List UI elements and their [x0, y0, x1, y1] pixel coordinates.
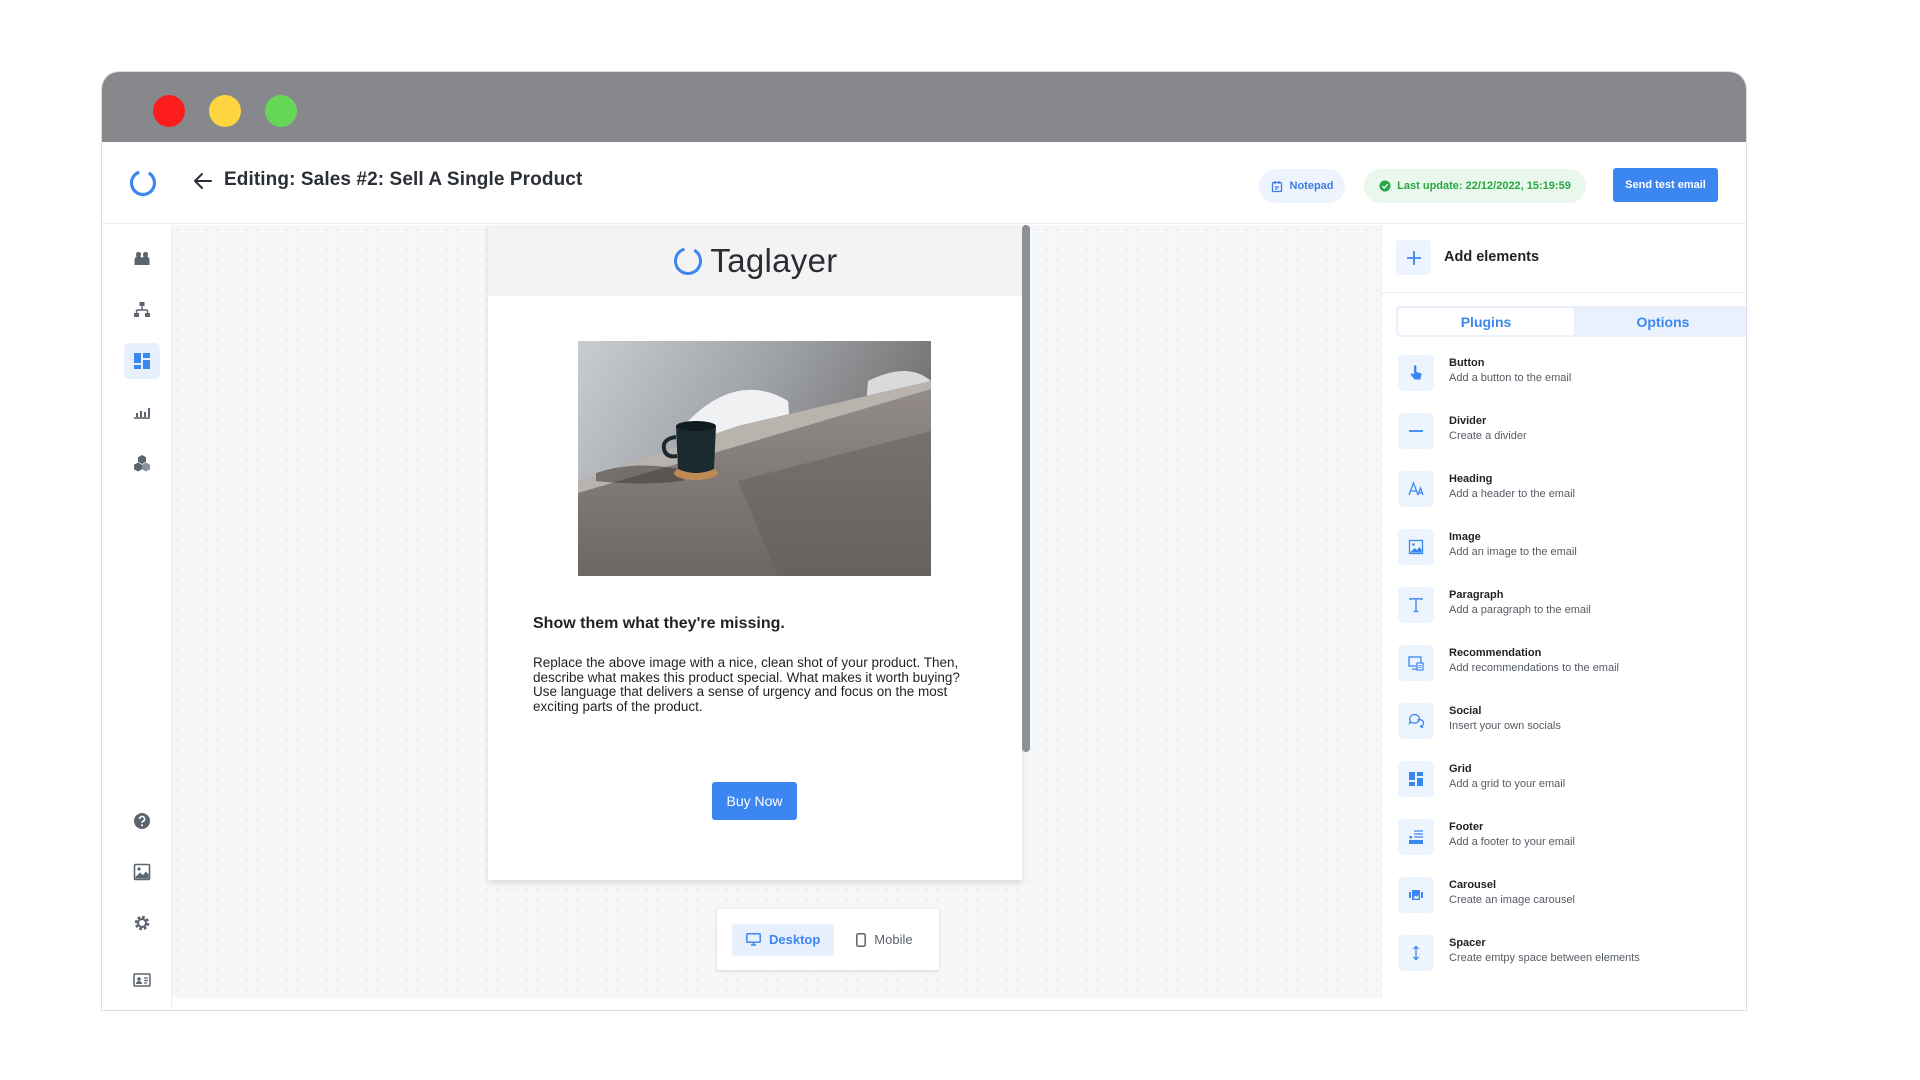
plugin-description: Add a paragraph to the email: [1449, 604, 1591, 616]
plugin-name: Footer: [1449, 821, 1484, 833]
plugin-name: Paragraph: [1449, 589, 1504, 601]
footer-icon: [1398, 819, 1434, 855]
add-elements-title: Add elements: [1444, 249, 1540, 265]
notepad-label: Notepad: [1289, 180, 1334, 192]
back-arrow-icon[interactable]: [190, 168, 216, 194]
plugin-description: Add a button to the email: [1449, 372, 1572, 384]
pointer-icon: [1398, 355, 1434, 391]
plugin-footer[interactable]: Footer Add a footer to your email: [1398, 817, 1738, 861]
check-circle-icon: [1379, 180, 1391, 192]
monitor-icon: [746, 933, 761, 946]
settings-icon[interactable]: [124, 905, 160, 941]
plugin-description: Add a grid to your email: [1449, 778, 1566, 790]
analytics-icon[interactable]: [124, 394, 160, 430]
templates-icon[interactable]: [124, 343, 160, 379]
product-image[interactable]: [578, 341, 931, 576]
segments-icon[interactable]: [124, 292, 160, 328]
chat-icon: [1398, 703, 1434, 739]
email-heading[interactable]: Show them what they're missing.: [533, 615, 785, 633]
desktop-label: Desktop: [769, 932, 821, 947]
contacts-icon[interactable]: [124, 241, 160, 277]
maximize-window-button[interactable]: [265, 95, 297, 127]
account-icon[interactable]: [124, 962, 160, 998]
plugin-social[interactable]: Social Insert your own socials: [1398, 701, 1738, 745]
plugin-name: Heading: [1449, 473, 1493, 485]
notepad-button[interactable]: Notepad: [1259, 169, 1345, 203]
send-test-email-button[interactable]: Send test email: [1613, 168, 1718, 202]
device-toggle: Desktop Mobile: [717, 909, 939, 970]
plugin-name: Spacer: [1449, 937, 1486, 949]
image-icon: [1398, 529, 1434, 565]
window-titlebar: [102, 72, 1746, 142]
plugin-description: Add recommendations to the email: [1449, 662, 1619, 674]
plugin-description: Create an image carousel: [1449, 894, 1575, 906]
editor-canvas: Taglayer Show them what they're missing.…: [172, 225, 1381, 998]
plugin-name: Image: [1449, 531, 1481, 543]
app-window: Editing: Sales #2: Sell A Single Product…: [101, 71, 1747, 1011]
plus-icon[interactable]: [1396, 240, 1431, 275]
image-library-icon[interactable]: [124, 854, 160, 890]
plugin-description: Add a header to the email: [1449, 488, 1575, 500]
app-logo-icon[interactable]: [128, 168, 158, 198]
plugin-divider[interactable]: Divider Create a divider: [1398, 411, 1738, 455]
integrations-icon[interactable]: [124, 445, 160, 481]
heading-icon: [1398, 471, 1434, 507]
recommendation-icon: [1398, 645, 1434, 681]
plugin-image[interactable]: Image Add an image to the email: [1398, 527, 1738, 571]
brand-name: Taglayer: [710, 241, 838, 279]
desktop-view-button[interactable]: Desktop: [732, 923, 835, 956]
text-icon: [1398, 587, 1434, 623]
email-preview[interactable]: Taglayer Show them what they're missing.…: [488, 225, 1022, 880]
add-elements-header: Add elements: [1382, 225, 1746, 293]
plugin-name: Recommendation: [1449, 647, 1542, 659]
plugin-description: Create a divider: [1449, 430, 1527, 442]
brand-logo-icon: [674, 246, 703, 275]
minimize-window-button[interactable]: [209, 95, 241, 127]
left-sidebar: [102, 225, 172, 1010]
mobile-label: Mobile: [874, 932, 913, 947]
plugin-recommendation[interactable]: Recommendation Add recommendations to th…: [1398, 643, 1738, 687]
last-update-label: Last update: 22/12/2022, 15:19:59: [1397, 180, 1571, 192]
page-title: Editing: Sales #2: Sell A Single Product: [224, 169, 583, 190]
tab-plugins[interactable]: Plugins: [1398, 308, 1574, 335]
plugin-description: Insert your own socials: [1449, 720, 1561, 732]
plugin-name: Divider: [1449, 415, 1487, 427]
plugin-name: Social: [1449, 705, 1482, 717]
plugin-description: Create emtpy space between elements: [1449, 952, 1640, 964]
plugin-description: Add an image to the email: [1449, 546, 1577, 558]
plugin-description: Add a footer to your email: [1449, 836, 1575, 848]
email-paragraph[interactable]: Replace the above image with a nice, cle…: [533, 655, 973, 714]
elements-panel: Add elements Plugins Options Button Add …: [1381, 225, 1746, 998]
carousel-icon: [1398, 877, 1434, 913]
plugin-heading[interactable]: Heading Add a header to the email: [1398, 469, 1738, 513]
plugin-spacer[interactable]: Spacer Create emtpy space between elemen…: [1398, 933, 1738, 977]
plugin-grid[interactable]: Grid Add a grid to your email: [1398, 759, 1738, 803]
plugin-paragraph[interactable]: Paragraph Add a paragraph to the email: [1398, 585, 1738, 629]
plugin-name: Button: [1449, 357, 1485, 369]
notepad-icon: [1271, 180, 1282, 192]
phone-icon: [856, 932, 867, 947]
top-bar: Editing: Sales #2: Sell A Single Product…: [102, 142, 1746, 224]
last-update-badge: Last update: 22/12/2022, 15:19:59: [1364, 169, 1586, 203]
help-icon[interactable]: [124, 803, 160, 839]
panel-tabs: Plugins Options: [1396, 306, 1746, 337]
minus-icon: [1398, 413, 1434, 449]
close-window-button[interactable]: [153, 95, 185, 127]
plugin-button[interactable]: Button Add a button to the email: [1398, 353, 1738, 397]
tab-options[interactable]: Options: [1575, 308, 1746, 335]
buy-now-button[interactable]: Buy Now: [712, 782, 797, 820]
mobile-view-button[interactable]: Mobile: [842, 924, 926, 956]
email-header[interactable]: Taglayer: [488, 225, 1022, 296]
spacer-icon: [1398, 935, 1434, 971]
plugin-carousel[interactable]: Carousel Create an image carousel: [1398, 875, 1738, 919]
preview-scrollbar[interactable]: [1022, 225, 1030, 752]
grid-icon: [1398, 761, 1434, 797]
plugin-name: Carousel: [1449, 879, 1497, 891]
plugin-name: Grid: [1449, 763, 1472, 775]
